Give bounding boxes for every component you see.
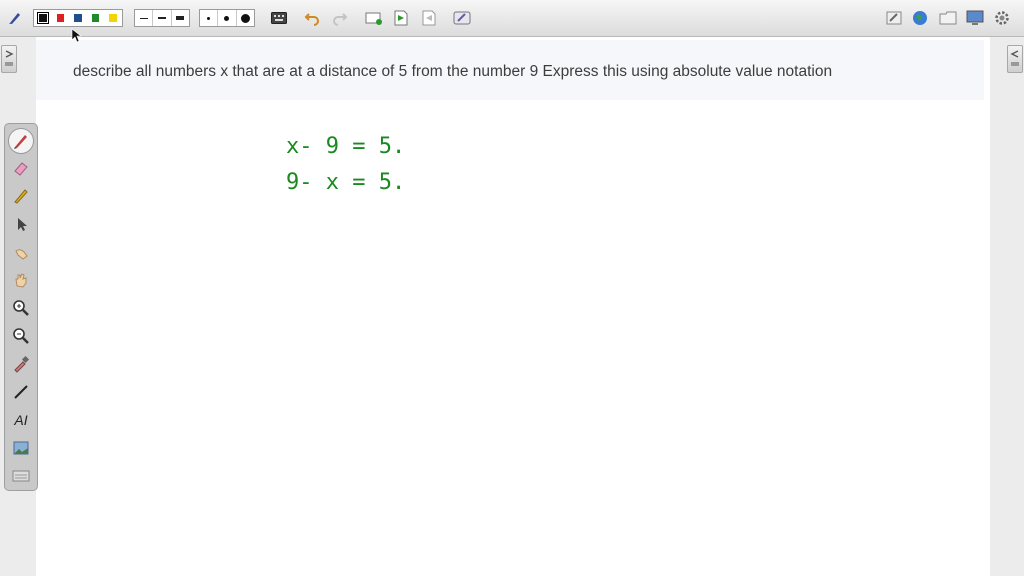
top-toolbar — [0, 0, 1024, 37]
new-page-icon[interactable] — [364, 9, 384, 27]
edit-icon[interactable] — [885, 9, 903, 27]
pen-menu-icon[interactable] — [6, 9, 24, 27]
globe-icon[interactable] — [911, 9, 929, 27]
gear-icon[interactable] — [993, 9, 1011, 27]
undo-icon[interactable] — [303, 9, 321, 27]
folder-icon[interactable] — [938, 9, 958, 27]
line-width-thick[interactable] — [172, 10, 189, 26]
dot-size-large[interactable] — [237, 10, 254, 26]
line-width-thin[interactable] — [135, 10, 154, 26]
whiteboard-canvas[interactable] — [36, 37, 990, 576]
keyboard-tool-icon[interactable] — [8, 464, 34, 488]
dot-size-medium[interactable] — [218, 10, 237, 26]
next-page-icon[interactable] — [392, 9, 410, 27]
pan-hand-icon[interactable] — [8, 268, 34, 292]
text-tool[interactable]: AI — [8, 408, 34, 432]
question-text: describe all numbers x that are at a dis… — [73, 63, 833, 80]
line-tool-icon[interactable] — [8, 380, 34, 404]
left-panel-toggle[interactable] — [1, 45, 17, 73]
redo-icon[interactable] — [331, 9, 349, 27]
screen-icon[interactable] — [965, 9, 985, 27]
color-swatch-blue[interactable] — [74, 14, 82, 22]
dot-size-small[interactable] — [200, 10, 219, 26]
tool-palette: AI — [4, 123, 38, 491]
keyboard-icon[interactable] — [270, 9, 288, 27]
eraser-tool[interactable] — [8, 156, 34, 180]
color-swatch-green[interactable] — [91, 14, 100, 22]
eyedropper-icon[interactable] — [8, 352, 34, 376]
line-width-selector — [134, 9, 190, 27]
pen-color-palette — [33, 9, 123, 27]
color-swatch-red[interactable] — [56, 14, 65, 22]
select-arrow-icon[interactable] — [8, 212, 34, 236]
highlighter-tool[interactable] — [8, 184, 34, 208]
image-tool-icon[interactable] — [8, 436, 34, 460]
pen-tool[interactable] — [8, 128, 34, 154]
zoom-in-icon[interactable] — [8, 296, 34, 320]
mouse-cursor-icon — [71, 28, 82, 43]
handwritten-equations: x- 9 = 5. 9- x = 5. — [286, 134, 405, 195]
color-swatch-black[interactable] — [37, 12, 49, 24]
settings-pen-icon[interactable] — [452, 9, 472, 27]
equation-line-1: x- 9 = 5. — [286, 134, 405, 159]
equation-line-2: 9- x = 5. — [286, 170, 405, 195]
dot-size-selector — [199, 9, 255, 27]
color-swatch-yellow[interactable] — [109, 14, 117, 22]
prev-page-icon[interactable] — [420, 9, 438, 27]
zoom-out-icon[interactable] — [8, 324, 34, 348]
line-width-medium[interactable] — [153, 10, 172, 26]
right-panel-toggle[interactable] — [1007, 45, 1023, 73]
right-margin — [990, 37, 1024, 576]
pointer-hand-icon[interactable] — [8, 240, 34, 264]
